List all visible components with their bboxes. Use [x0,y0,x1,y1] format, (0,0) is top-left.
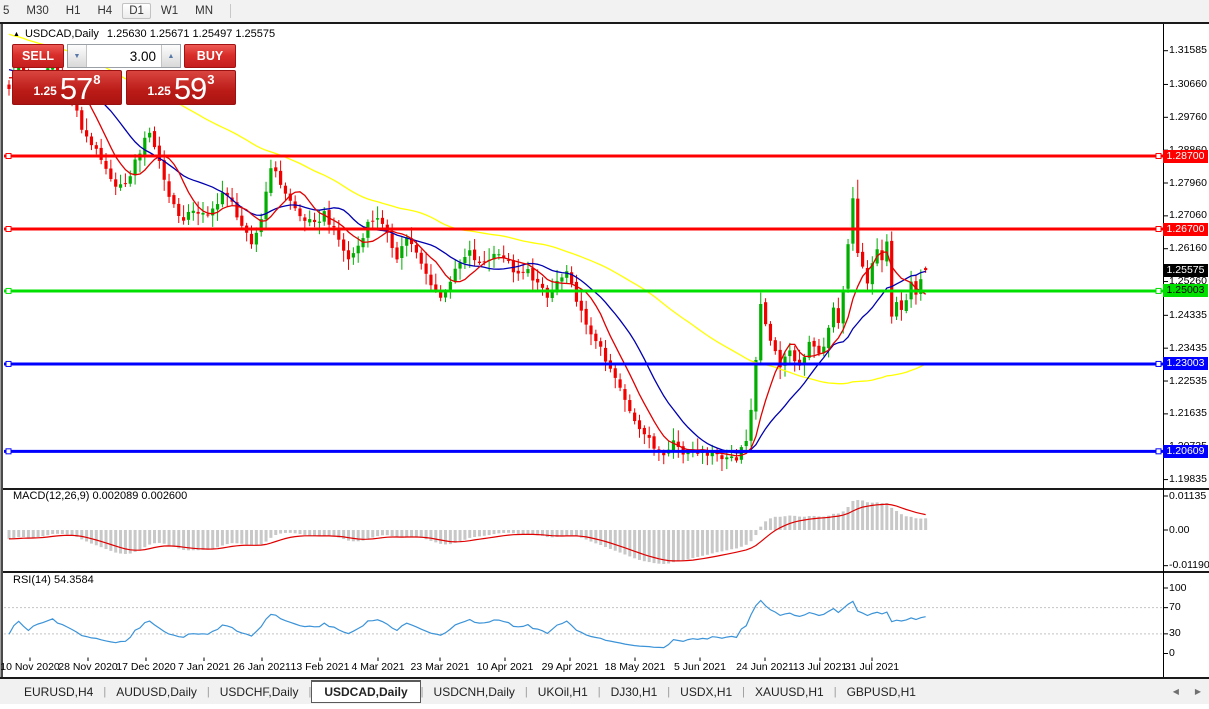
buy-price-big: 59 [173,70,207,106]
timeframe-button-w1[interactable]: W1 [154,3,185,19]
timeframe-button-d1[interactable]: D1 [122,3,151,19]
volume-increase-icon[interactable]: ▲ [161,45,180,67]
tab-eurusd-h4[interactable]: EURUSD,H4 [14,683,103,701]
sell-price-sup: 8 [93,72,101,87]
timeframe-button-h1[interactable]: H1 [59,3,88,19]
chart-title: ▲ USDCAD,Daily 1.25630 1.25671 1.25497 1.2… [13,28,275,40]
buy-price-tile[interactable]: 1.25 59 3 [126,70,236,105]
date-axis-label: 28 Nov 2020 [58,661,118,673]
date-axis-label: 31 Jul 2021 [844,661,900,673]
tab-usdcnh-daily[interactable]: USDCNH,Daily [424,683,525,701]
rsi-indicator-label: RSI(14) 54.3584 [13,574,94,586]
chart-canvas[interactable] [0,0,1209,709]
sell-button[interactable]: SELL [12,44,64,68]
timeframe-toolbar: 5 M30 H1 H4 D1 W1 MN [0,0,1209,22]
sell-price-tile[interactable]: 1.25 57 8 [12,70,122,105]
chart-symbol-label: USDCAD,Daily [24,28,99,40]
date-axis-label: 13 Jul 2021 [792,661,848,673]
sell-price-small: 1.25 [33,84,57,98]
date-axis-label: 23 Mar 2021 [410,661,470,673]
date-axis-label: 10 Apr 2021 [476,661,534,673]
volume-spinner: ▼ ▲ [67,44,181,68]
tab-usdchf-daily[interactable]: USDCHF,Daily [210,683,309,701]
tab-dj30-h1[interactable]: DJ30,H1 [601,683,668,701]
sell-price-big: 57 [59,70,93,106]
tab-usdx-h1[interactable]: USDX,H1 [670,683,742,701]
symbol-tab-bar: EURUSD,H4 | AUDUSD,Daily | USDCHF,Daily | USDC… [0,679,1209,704]
buy-button[interactable]: BUY [184,44,236,68]
tab-audusd-daily[interactable]: AUDUSD,Daily [106,683,207,701]
buy-price-small: 1.25 [147,84,171,98]
date-axis-label: 24 Jun 2021 [736,661,794,673]
date-axis-label: 7 Jan 2021 [178,661,230,673]
date-axis-label: 18 May 2021 [604,661,666,673]
timeframe-button-mn[interactable]: MN [188,3,220,19]
one-click-trade-panel: SELL ▼ ▲ BUY 1.25578 1.25593 [12,44,236,105]
timeframe-button-m30[interactable]: M30 [19,3,55,19]
tab-scroll-left-icon[interactable]: ◀ [1173,687,1179,696]
date-axis-label: 13 Feb 2021 [290,661,350,673]
macd-indicator-label: MACD(12,26,9) 0.002089 0.002600 [13,490,188,502]
date-axis-label: 5 Jun 2021 [674,661,726,673]
chart-ohlc-readout: 1.25630 1.25671 1.25497 1.25575 [106,28,276,40]
tab-gbpusd-h1[interactable]: GBPUSD,H1 [837,683,926,701]
date-axis-label: 29 Apr 2021 [541,661,599,673]
tab-scroll-right-icon[interactable]: ▶ [1195,687,1201,696]
volume-input[interactable] [87,45,161,67]
date-axis-label: 26 Jan 2021 [233,661,291,673]
date-axis-label: 4 Mar 2021 [351,661,405,673]
toolbar-divider [230,4,232,18]
date-axis-label: 17 Dec 2020 [116,661,176,673]
timeframe-button-5[interactable]: 5 [0,3,16,19]
tab-xauusd-h1[interactable]: XAUUSD,H1 [745,683,834,701]
tab-usdcad-daily[interactable]: USDCAD,Daily [311,680,421,703]
buy-price-sup: 3 [207,72,215,87]
timeframe-button-h4[interactable]: H4 [90,3,119,19]
collapse-panel-icon[interactable]: ▲ [13,31,20,38]
date-axis-label: 10 Nov 2020 [0,661,60,673]
tab-ukoil-h1[interactable]: UKOil,H1 [528,683,598,701]
volume-decrease-icon[interactable]: ▼ [68,45,87,67]
